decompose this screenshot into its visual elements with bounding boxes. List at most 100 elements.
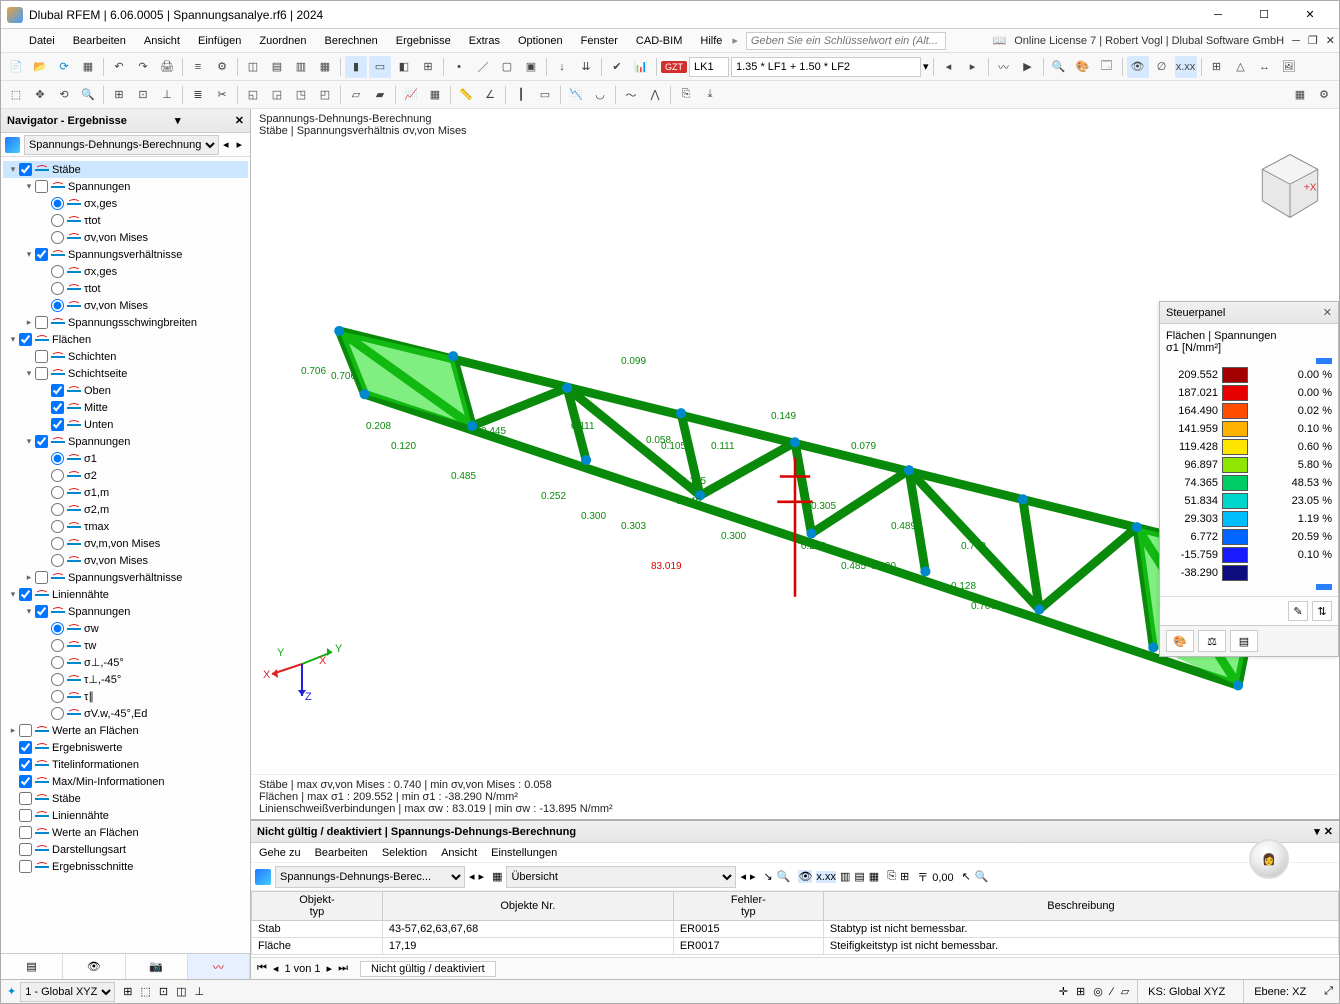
save-icon[interactable]: ⟳	[53, 56, 75, 78]
tree-st-be[interactable]: Stäbe	[3, 790, 248, 807]
tree-spannungen[interactable]: ▾Spannungen	[3, 433, 248, 450]
tree-checkbox[interactable]	[19, 826, 32, 839]
tab-data-icon[interactable]: ▤	[1, 954, 63, 979]
surf-res-icon[interactable]: ▭	[534, 84, 556, 106]
control-panel-close-icon[interactable]: ✕	[1323, 306, 1332, 319]
bp-col2-icon[interactable]: ▤	[854, 870, 864, 883]
tree-radio[interactable]	[51, 231, 64, 244]
redo-icon[interactable]: ↷	[132, 56, 154, 78]
extremes-icon[interactable]: ⋀	[644, 84, 666, 106]
tree-checkbox[interactable]	[19, 809, 32, 822]
tree-radio[interactable]	[51, 503, 64, 516]
navigator-combo[interactable]: Spannungs-Dehnungs-Berechnung	[24, 135, 219, 155]
tree-checkbox[interactable]	[19, 163, 32, 176]
print-icon[interactable]: 🖨	[156, 56, 178, 78]
nav-next-icon[interactable]: ▸	[232, 138, 246, 151]
load2-icon[interactable]: ⇊	[575, 56, 597, 78]
tree-checkbox[interactable]	[19, 860, 32, 873]
tree--v-m-von-mises[interactable]: σv,m,von Mises	[3, 535, 248, 552]
sel-icon[interactable]: ⬚	[5, 84, 27, 106]
bottom-combo-module[interactable]: Spannungs-Dehnungs-Berec...	[275, 866, 465, 888]
undo-icon[interactable]: ↶	[108, 56, 130, 78]
bp-menu-selektion[interactable]: Selektion	[382, 847, 427, 859]
tree-radio[interactable]	[51, 639, 64, 652]
blocks-icon[interactable]: ▦	[77, 56, 99, 78]
menu-berechnen[interactable]: Berechnen	[317, 32, 386, 50]
cs-combo[interactable]: 1 - Global XYZ	[20, 982, 115, 1002]
def-icon[interactable]: 〰	[993, 56, 1015, 78]
tree-linienn-hte[interactable]: Liniennähte	[3, 807, 248, 824]
tree-ergebniswerte[interactable]: Ergebniswerte	[3, 739, 248, 756]
bp-menu-einstellungen[interactable]: Einstellungen	[491, 847, 557, 859]
tree--2-m[interactable]: σ2,m	[3, 501, 248, 518]
maximize-button[interactable]: ☐	[1241, 1, 1287, 29]
tree-radio[interactable]	[51, 214, 64, 227]
tree-spannungsverh-ltnisse[interactable]: ▾Spannungsverhältnisse	[3, 246, 248, 263]
tree--tot[interactable]: τtot	[3, 280, 248, 297]
sb-guide-icon[interactable]: ∕	[1111, 986, 1113, 998]
dim-icon[interactable]: ↔	[1254, 56, 1276, 78]
control-panel-header[interactable]: Steuerpanel ✕	[1160, 302, 1338, 324]
tree--2[interactable]: σ2	[3, 467, 248, 484]
tree--1-m[interactable]: σ1,m	[3, 484, 248, 501]
bp-menu-gehe zu[interactable]: Gehe zu	[259, 847, 301, 859]
nav-prev-icon[interactable]: ◂	[219, 138, 233, 151]
new-icon[interactable]: 📄	[5, 56, 27, 78]
tree-checkbox[interactable]	[19, 588, 32, 601]
node-icon[interactable]: •	[448, 56, 470, 78]
ruler-icon[interactable]: 📏	[455, 84, 477, 106]
settings-icon[interactable]: ⚙	[1313, 84, 1335, 106]
view3-icon[interactable]: ▥	[290, 56, 312, 78]
tree-checkbox[interactable]	[19, 775, 32, 788]
tree-spannungen[interactable]: ▾Spannungen	[3, 178, 248, 195]
bottom-table[interactable]: Objekt-typObjekte Nr.Fehler-typBeschreib…	[251, 891, 1339, 957]
menu-zuordnen[interactable]: Zuordnen	[251, 32, 314, 50]
graph-icon[interactable]: 📉	[565, 84, 587, 106]
tree-radio[interactable]	[51, 622, 64, 635]
tree-checkbox[interactable]	[19, 758, 32, 771]
diag-icon[interactable]: 📈	[400, 84, 422, 106]
sb-plane-icon[interactable]: ▱	[1121, 985, 1129, 998]
bottom-tab[interactable]: Nicht gültig / deaktiviert	[360, 961, 496, 977]
tree--v-von-mises[interactable]: σv,von Mises	[3, 229, 248, 246]
res-on-icon[interactable]: 👁	[1127, 56, 1149, 78]
iso4-icon[interactable]: ◰	[314, 84, 336, 106]
mode-surf-icon[interactable]: ▭	[369, 56, 391, 78]
formula-input[interactable]	[731, 57, 921, 77]
mode-solid-icon[interactable]: ◧	[393, 56, 415, 78]
sb-2-icon[interactable]: ⬚	[140, 985, 150, 998]
tree--max[interactable]: τmax	[3, 518, 248, 535]
mode-fem-icon[interactable]: ⊞	[417, 56, 439, 78]
res-off-icon[interactable]: ∅	[1151, 56, 1173, 78]
tree-werte-an-fl-chen[interactable]: ▸Werte an Flächen	[3, 722, 248, 739]
menu-datei[interactable]: Datei	[21, 32, 63, 50]
member-res-icon[interactable]: ┃	[510, 84, 532, 106]
tab-results-icon[interactable]: 〰	[188, 954, 250, 979]
mdi-restore[interactable]: ❐	[1308, 34, 1318, 47]
bp-goto-icon[interactable]: ↘	[764, 870, 773, 883]
iso2-icon[interactable]: ◲	[266, 84, 288, 106]
iso3-icon[interactable]: ◳	[290, 84, 312, 106]
tree--1[interactable]: σ1	[3, 450, 248, 467]
minimize-button[interactable]: ─	[1195, 1, 1241, 29]
cs-icon[interactable]: ✦	[7, 985, 16, 998]
section-icon[interactable]: ▢	[496, 56, 518, 78]
navigator-pin-icon[interactable]: ▾	[175, 114, 181, 127]
tree--x-ges[interactable]: σx,ges	[3, 263, 248, 280]
bp-next2-icon[interactable]: ▸	[750, 870, 756, 883]
results-icon[interactable]: 📊	[630, 56, 652, 78]
pager-prev-icon[interactable]: ◂	[273, 962, 279, 975]
mdi-close[interactable]: ✕	[1326, 34, 1335, 47]
snap-icon[interactable]: ⊡	[132, 84, 154, 106]
bp-prev2-icon[interactable]: ◂	[740, 870, 746, 883]
pager-first-icon[interactable]: ⏮	[257, 962, 267, 975]
tree-spannungsverh-ltnisse[interactable]: ▸Spannungsverhältnisse	[3, 569, 248, 586]
bottom-combo-table[interactable]: Übersicht	[506, 866, 736, 888]
tree--v-von-mises[interactable]: σv,von Mises	[3, 552, 248, 569]
tree-radio[interactable]	[51, 469, 64, 482]
bp-menu-bearbeiten[interactable]: Bearbeiten	[315, 847, 368, 859]
bp-next-icon[interactable]: ▸	[479, 870, 485, 883]
sb-snap-icon[interactable]: ✛	[1059, 985, 1068, 998]
tree-checkbox[interactable]	[19, 792, 32, 805]
tree--45-[interactable]: σ⊥,-45°	[3, 654, 248, 671]
